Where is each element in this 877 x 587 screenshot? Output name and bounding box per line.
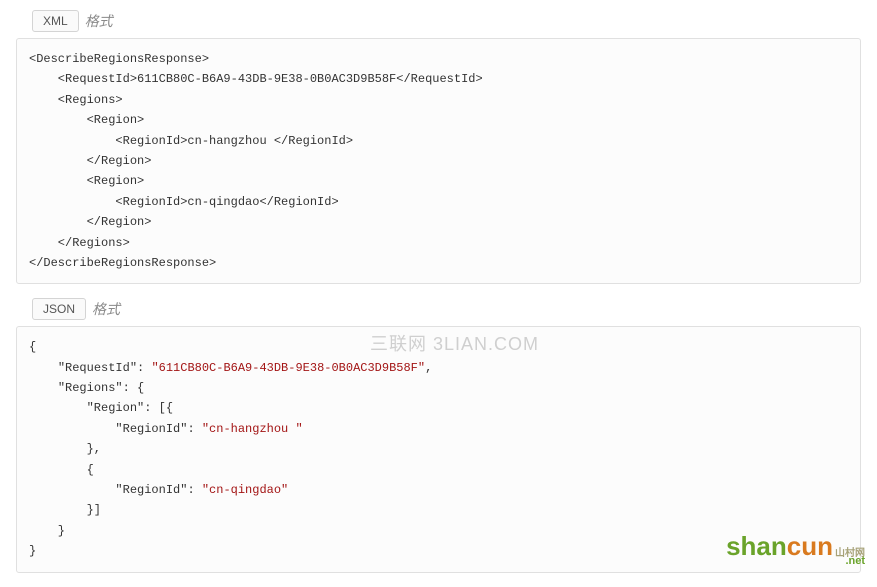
json-key-regionid-2: "RegionId" <box>115 483 187 497</box>
json-format-label: 格式 <box>92 299 120 319</box>
json-val-hangzhou: "cn-hangzhou " <box>202 422 303 436</box>
json-val-requestid: "611CB80C-B6A9-43DB-9E38-0B0AC3D9B58F" <box>151 361 425 375</box>
json-format-row: JSON 格式 <box>32 298 867 320</box>
json-val-qingdao: "cn-qingdao" <box>202 483 288 497</box>
json-button[interactable]: JSON <box>32 298 86 320</box>
xml-format-label: 格式 <box>85 11 113 31</box>
xml-format-row: XML 格式 <box>32 10 867 32</box>
xml-code-block: <DescribeRegionsResponse> <RequestId>611… <box>16 38 861 284</box>
json-code-block: { "RequestId": "611CB80C-B6A9-43DB-9E38-… <box>16 326 861 572</box>
json-key-region: "Region" <box>87 401 145 415</box>
json-key-regions: "Regions" <box>58 381 123 395</box>
xml-button[interactable]: XML <box>32 10 79 32</box>
json-key-regionid-1: "RegionId" <box>115 422 187 436</box>
json-key-requestid: "RequestId" <box>58 361 137 375</box>
